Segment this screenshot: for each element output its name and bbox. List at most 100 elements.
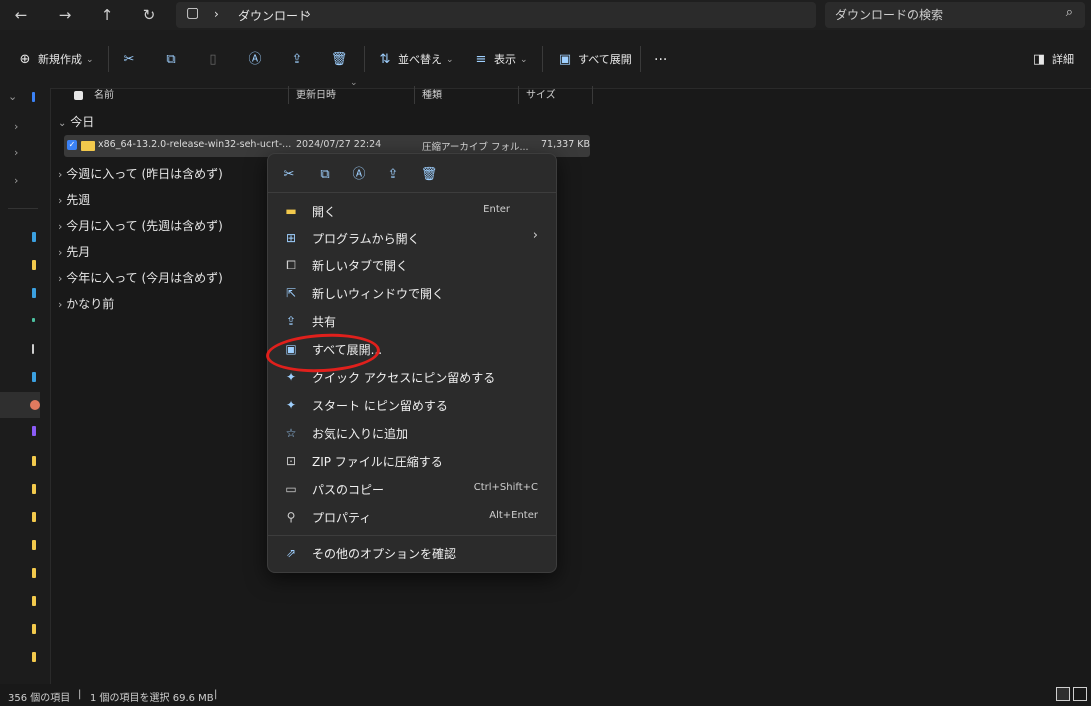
tiles-view-icon[interactable] [1073,687,1087,701]
menu-item-label: パスのコピー [312,483,385,497]
column-header-modified[interactable]: 更新日時 [296,88,336,104]
new-button[interactable]: ⊕ 新規作成 ⌄ [16,50,94,70]
nav-item-icon[interactable] [32,426,36,436]
column-header-name[interactable]: 名前 [94,88,114,104]
forward-icon[interactable]: → [54,4,76,26]
cut-button[interactable]: ✂ [120,50,138,70]
menu-item-more-options[interactable]: ⇗ その他のオプションを確認 [274,540,550,566]
select-all-checkbox[interactable] [74,91,83,100]
breadcrumb-separator[interactable]: › [214,7,219,21]
chevron-right-icon[interactable]: › [14,120,18,133]
folder-icon[interactable] [32,540,36,550]
folder-icon[interactable] [32,624,36,634]
chevron-right-icon[interactable]: › [14,174,18,187]
column-divider[interactable] [414,86,415,104]
command-bar: ⊕ 新規作成 ⌄ ✂ ⧉ ▯ Ⓐ ⇪ 🗑 ⇅ 並べ替え ⌄ ≡ 表示 ⌄ ▣ す… [0,30,1091,89]
trash-icon[interactable]: 🗑 [418,164,440,186]
menu-item-open-new-tab[interactable]: ⧠ 新しいタブで開く [274,252,550,278]
column-header-size[interactable]: サイズ [526,88,556,104]
column-divider[interactable] [288,86,289,104]
folder-icon[interactable] [32,484,36,494]
details-view-icon[interactable] [1056,687,1070,701]
group-header-last-week[interactable]: › 先週 [58,191,90,208]
menu-item-pin-start[interactable]: ✦ スタート にピン留めする [274,392,550,418]
pc-icon[interactable]: ▢ [186,5,199,21]
rename-icon[interactable]: Ⓐ [348,164,370,186]
chevron-down-icon: ⌄ [86,55,94,65]
more-options-icon: ⇗ [285,546,297,560]
nav-selected-item[interactable] [0,392,40,418]
group-header-long-ago[interactable]: › かなり前 [58,295,114,312]
menu-item-favorite[interactable]: ☆ お気に入りに追加 [274,420,550,446]
column-divider[interactable] [518,86,519,104]
group-header-this-year[interactable]: › 今年に入って (今月は含めず) [58,269,223,286]
extract-all-label: すべて展開 [578,53,632,66]
extract-all-button[interactable]: ▣ すべて展開 [556,50,632,70]
refresh-icon[interactable]: ↻ [138,4,160,26]
delete-button[interactable]: 🗑 [330,50,348,70]
details-pane-button[interactable]: ◨ 詳細 [1030,50,1074,70]
nav-item-icon[interactable] [32,344,34,354]
chevron-right-icon[interactable]: › [14,146,18,159]
nav-item-icon[interactable] [32,92,35,102]
menu-item-open-new-window[interactable]: ⇱ 新しいウィンドウで開く [274,280,550,306]
view-button[interactable]: ≡ 表示 ⌄ [472,50,528,70]
search-icon[interactable]: ⌕ [1066,5,1073,20]
copy-icon: ⧉ [166,52,176,67]
group-header-today[interactable]: ⌄ 今日 [58,113,94,130]
star-icon: ☆ [285,426,297,440]
menu-item-compress-zip[interactable]: ⊡ ZIP ファイルに圧縮する [274,448,550,474]
folder-icon[interactable] [32,652,36,662]
breadcrumb-downloads[interactable]: ダウンロード [238,7,310,24]
group-header-last-month[interactable]: › 先月 [58,243,90,260]
up-icon[interactable]: ↑ [96,4,118,26]
menu-item-share[interactable]: ⇪ 共有 [274,308,550,334]
menu-item-open[interactable]: ▬ 開く Enter [274,198,550,224]
menu-item-shortcut: Enter [483,204,510,215]
share-icon[interactable]: ⇪ [382,164,404,186]
chevron-down-icon[interactable]: ⌄ [8,90,17,103]
app-icon [30,400,40,410]
breadcrumb-separator[interactable]: › [306,7,311,21]
search-input[interactable] [835,6,1055,24]
menu-item-copy-path[interactable]: ▭ パスのコピー Ctrl+Shift+C [274,476,550,502]
folder-icon[interactable] [32,512,36,522]
folder-icon[interactable] [32,596,36,606]
row-checkbox[interactable]: ✓ [67,140,77,150]
nav-item-icon[interactable] [32,288,36,298]
address-bar: ← → ↑ ↻ ▢ › ダウンロード › ⌕ [0,0,1091,30]
sort-button[interactable]: ⇅ 並べ替え ⌄ [376,50,454,70]
details-label: 詳細 [1052,53,1074,66]
nav-item-icon[interactable] [32,318,35,322]
search-box[interactable]: ⌕ [825,2,1085,28]
group-header-this-month[interactable]: › 今月に入って (先週は含めず) [58,217,223,234]
copy-button[interactable]: ⧉ [162,50,180,70]
nav-item-icon[interactable] [32,232,36,242]
trash-icon: 🗑 [330,52,348,67]
group-header-this-week[interactable]: › 今週に入って (昨日は含めず) [58,165,223,182]
breadcrumb[interactable]: ▢ › ダウンロード › [176,2,816,28]
file-name: x86_64-13.2.0-release-win32-seh-ucrt-... [98,139,292,150]
folder-icon[interactable] [32,456,36,466]
folder-icon[interactable] [32,260,36,270]
column-header-type[interactable]: 種類 [422,88,442,104]
share-icon: ⇪ [291,52,303,67]
zip-folder-icon [81,141,95,151]
status-bar: 356 個の項目 | 1 個の項目を選択 69.6 MB | [0,684,1091,706]
rename-button[interactable]: Ⓐ [246,50,264,70]
cut-icon[interactable]: ✂ [278,164,300,186]
column-divider[interactable] [592,86,593,104]
menu-item-properties[interactable]: ⚲ プロパティ Alt+Enter [274,504,550,530]
menu-item-open-with[interactable]: ⊞ プログラムから開く › [274,225,550,251]
nav-item-icon[interactable] [32,372,36,382]
more-options-button[interactable]: ··· [654,50,667,70]
menu-item-label: 共有 [312,315,337,329]
share-button[interactable]: ⇪ [288,50,306,70]
folder-icon[interactable] [32,568,36,578]
file-date: 2024/07/27 22:24 [296,139,382,150]
paste-button[interactable]: ▯ [204,50,222,70]
back-icon[interactable]: ← [10,4,32,26]
pin-icon: ✦ [285,398,297,412]
chevron-right-icon: › [58,298,63,311]
copy-icon[interactable]: ⧉ [314,164,336,186]
